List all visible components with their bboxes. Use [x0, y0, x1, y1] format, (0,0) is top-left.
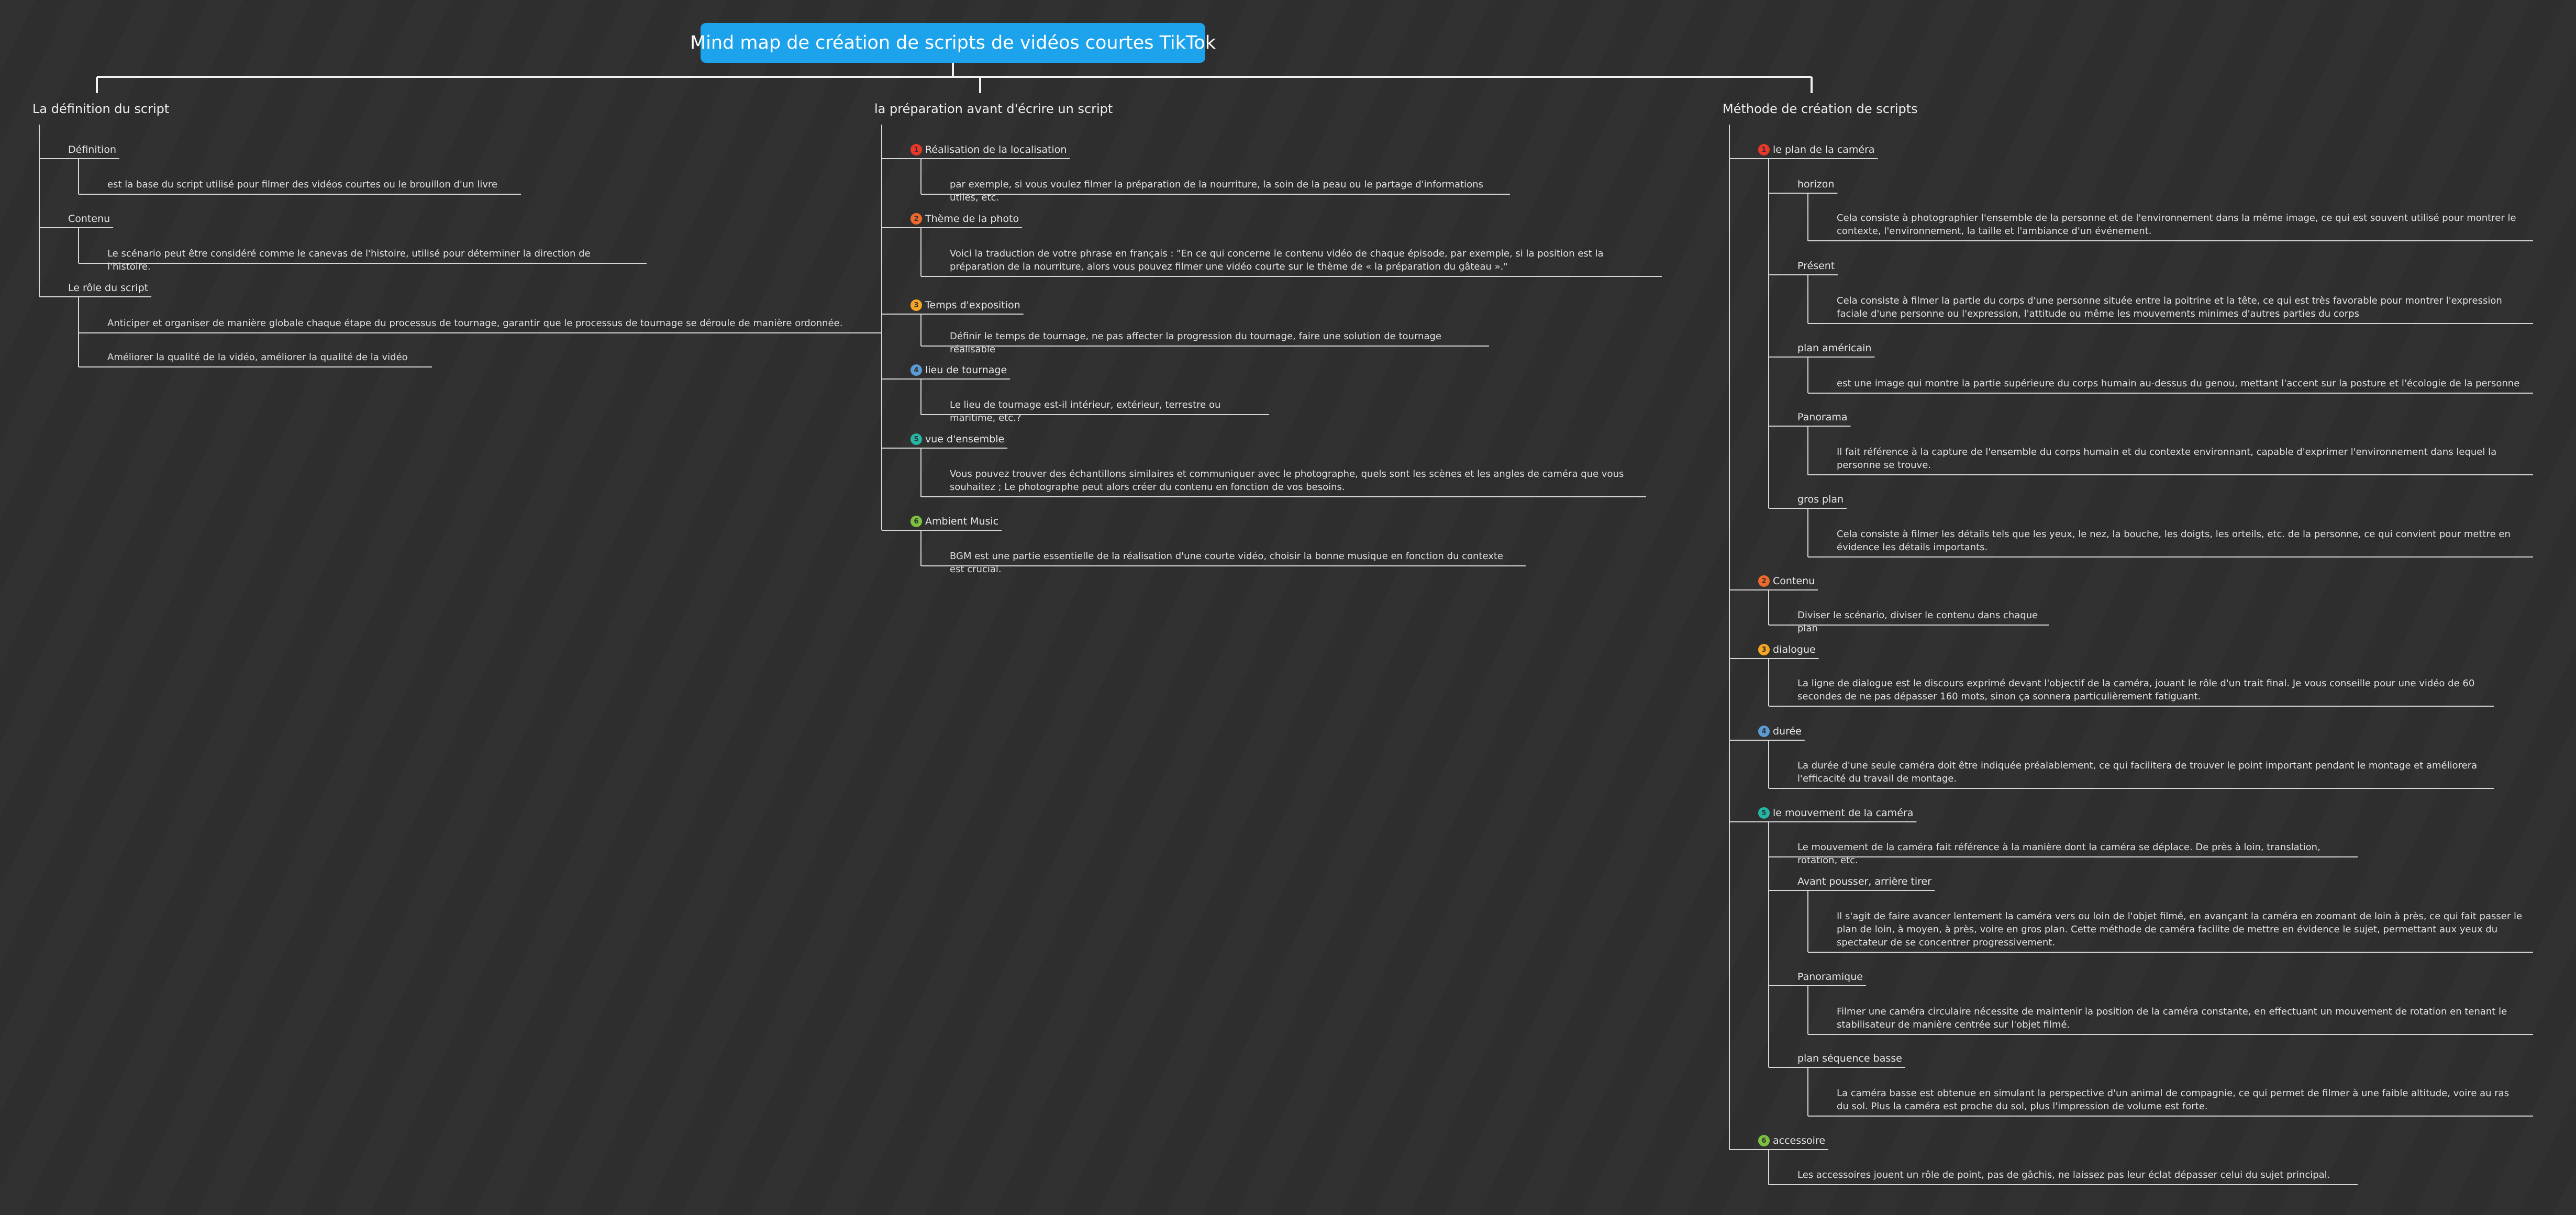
leaf-topic[interactable]: Les accessoires jouent un rôle de point,… — [1797, 1168, 2347, 1181]
leaf-topic[interactable]: Il fait référence à la capture de l'ense… — [1837, 445, 2523, 472]
subtopic-level-2[interactable]: Présent — [1797, 260, 1835, 272]
leaf-topic[interactable]: La caméra basse est obtenue en simulant … — [1837, 1087, 2523, 1113]
leaf-topic[interactable]: Il s'agit de faire avancer lentement la … — [1837, 910, 2523, 949]
branch-topic[interactable]: La définition du script — [32, 102, 169, 116]
leaf-topic[interactable]: BGM est une partie essentielle de la réa… — [950, 550, 1515, 576]
subtopic-level-1[interactable]: 2 Contenu — [1758, 575, 1815, 587]
priority-badge-icon: 3 — [1758, 644, 1770, 655]
priority-badge-icon: 1 — [1758, 144, 1770, 155]
subtopic-level-1[interactable]: Définition — [68, 144, 116, 155]
subtopic-label: accessoire — [1773, 1135, 1826, 1146]
subtopic-level-2[interactable]: plan américain — [1797, 342, 1871, 354]
priority-badge-icon: 3 — [911, 299, 922, 311]
subtopic-label: Réalisation de la localisation — [925, 144, 1067, 155]
subtopic-label: le plan de la caméra — [1773, 144, 1875, 155]
subtopic-level-1[interactable]: 4 lieu de tournage — [911, 364, 1007, 376]
priority-badge-icon: 6 — [911, 516, 922, 527]
leaf-topic[interactable]: est une image qui montre la partie supér… — [1837, 377, 2523, 390]
subtopic-label: Contenu — [68, 213, 110, 225]
subtopic-label: Présent — [1797, 260, 1835, 272]
subtopic-label: horizon — [1797, 179, 1835, 190]
subtopic-level-1[interactable]: 4 durée — [1758, 726, 1802, 737]
subtopic-label: Contenu — [1773, 575, 1815, 587]
priority-badge-icon: 2 — [1758, 575, 1770, 587]
leaf-topic[interactable]: Diviser le scénario, diviser le contenu … — [1797, 609, 2038, 635]
priority-badge-icon: 5 — [1758, 807, 1770, 819]
subtopic-level-1[interactable]: 1 Réalisation de la localisation — [911, 144, 1067, 155]
subtopic-level-1[interactable]: 1 le plan de la caméra — [1758, 144, 1875, 155]
subtopic-label: Le rôle du script — [68, 282, 149, 294]
subtopic-label: gros plan — [1797, 494, 1844, 505]
branch-topic[interactable]: Méthode de création de scripts — [1723, 102, 1918, 116]
leaf-topic[interactable]: par exemple, si vous voulez filmer la pr… — [950, 178, 1500, 204]
priority-badge-icon: 4 — [911, 364, 922, 376]
leaf-topic[interactable]: Le scénario peut être considéré comme le… — [107, 247, 636, 273]
priority-badge-icon: 5 — [911, 433, 922, 445]
leaf-topic[interactable]: La ligne de dialogue est le discours exp… — [1797, 677, 2483, 703]
subtopic-level-2[interactable]: Panorama — [1797, 411, 1848, 423]
subtopic-label: Temps d'exposition — [925, 299, 1020, 311]
priority-badge-icon: 4 — [1758, 726, 1770, 737]
priority-badge-icon: 2 — [911, 213, 922, 225]
subtopic-label: Thème de la photo — [925, 213, 1019, 225]
priority-badge-icon: 1 — [911, 144, 922, 155]
subtopic-label: vue d'ensemble — [925, 433, 1005, 445]
subtopic-level-2[interactable]: horizon — [1797, 179, 1834, 190]
leaf-topic[interactable]: est la base du script utilisé pour filme… — [107, 178, 510, 191]
leaf-topic[interactable]: Améliorer la qualité de la vidéo, amélio… — [107, 351, 421, 364]
leaf-topic[interactable]: Définir le temps de tournage, ne pas aff… — [950, 330, 1479, 356]
subtopic-label: Avant pousser, arrière tirer — [1797, 876, 1932, 887]
leaf-topic[interactable]: Voici la traduction de votre phrase en f… — [950, 247, 1651, 273]
branch-topic[interactable]: la préparation avant d'écrire un script — [874, 102, 1113, 116]
subtopic-level-1[interactable]: 6 Ambient Music — [911, 516, 998, 527]
subtopic-label: plan séquence basse — [1797, 1053, 1902, 1064]
leaf-topic[interactable]: Vous pouvez trouver des échantillons sim… — [950, 467, 1636, 494]
subtopic-label: Panorama — [1797, 411, 1848, 423]
subtopic-level-2[interactable]: gros plan — [1797, 494, 1844, 505]
subtopic-label: Définition — [68, 144, 117, 155]
subtopic-level-2[interactable]: Panoramique — [1797, 971, 1863, 983]
leaf-topic[interactable]: Anticiper et organiser de manière global… — [107, 317, 872, 330]
leaf-topic[interactable]: La durée d'une seule caméra doit être in… — [1797, 759, 2483, 785]
leaf-topic[interactable]: Filmer une caméra circulaire nécessite d… — [1837, 1005, 2523, 1031]
root-topic[interactable]: Mind map de création de scripts de vidéo… — [690, 23, 1216, 63]
subtopic-level-2[interactable]: Avant pousser, arrière tirer — [1797, 876, 1931, 887]
subtopic-level-1[interactable]: 6 accessoire — [1758, 1135, 1825, 1146]
subtopic-label: plan américain — [1797, 342, 1872, 354]
subtopic-label: le mouvement de la caméra — [1773, 807, 1914, 819]
priority-badge-icon: 6 — [1758, 1135, 1770, 1146]
leaf-topic[interactable]: Le mouvement de la caméra fait référence… — [1797, 841, 2347, 867]
subtopic-level-1[interactable]: Contenu — [68, 213, 110, 225]
leaf-topic[interactable]: Cela consiste à filmer les détails tels … — [1837, 528, 2523, 554]
subtopic-label: Ambient Music — [925, 516, 999, 527]
leaf-topic[interactable]: Cela consiste à filmer la partie du corp… — [1837, 294, 2523, 320]
subtopic-level-1[interactable]: 3 dialogue — [1758, 644, 1816, 655]
subtopic-label: lieu de tournage — [925, 364, 1007, 376]
subtopic-level-1[interactable]: 5 vue d'ensemble — [911, 433, 1004, 445]
subtopic-label: Panoramique — [1797, 971, 1863, 983]
mind-map-canvas: Mind map de création de scripts de vidéo… — [0, 0, 2576, 1215]
subtopic-label: durée — [1773, 726, 1802, 737]
leaf-topic[interactable]: Cela consiste à photographier l'ensemble… — [1837, 211, 2523, 238]
subtopic-level-2[interactable]: plan séquence basse — [1797, 1053, 1902, 1064]
subtopic-level-1[interactable]: 2 Thème de la photo — [911, 213, 1019, 225]
subtopic-level-1[interactable]: 5 le mouvement de la caméra — [1758, 807, 1913, 819]
leaf-topic[interactable]: Le lieu de tournage est-il intérieur, ex… — [950, 398, 1259, 425]
subtopic-level-1[interactable]: Le rôle du script — [68, 282, 148, 294]
subtopic-level-1[interactable]: 3 Temps d'exposition — [911, 299, 1020, 311]
subtopic-label: dialogue — [1773, 644, 1816, 655]
